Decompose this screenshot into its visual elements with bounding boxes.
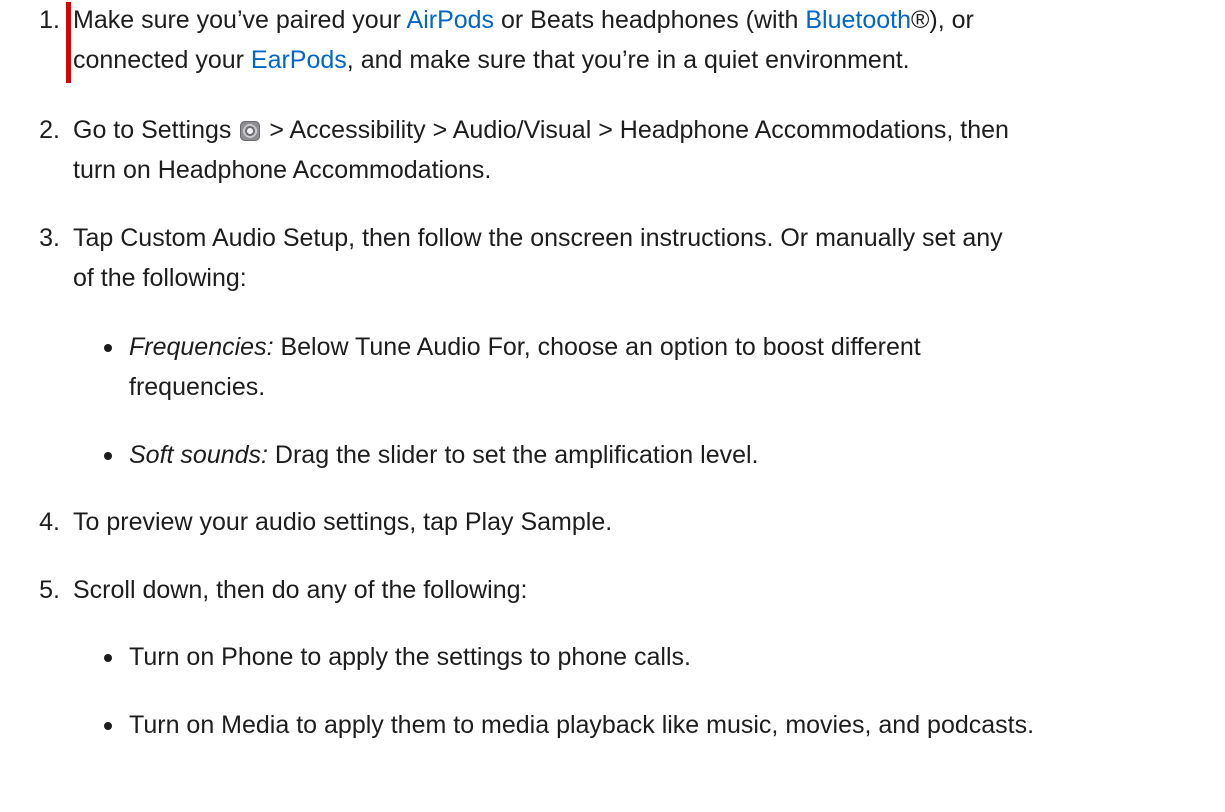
bullet-text: Turn on Phone to apply the settings to p… [129, 643, 691, 671]
highlight-bar [66, 2, 71, 83]
step-number: 5. [39, 576, 60, 604]
settings-gear-icon [240, 121, 261, 141]
step-number: 2. [39, 116, 60, 144]
bullet-text: Frequencies: Below Tune Audio For, choos… [129, 327, 1219, 367]
step-text-fragment: , and make sure that you’re in a quiet e… [346, 46, 910, 74]
step-text-fragment: Go to Settings [73, 116, 239, 144]
step-number: 4. [39, 508, 60, 536]
step-text: Tap Custom Audio Setup, then follow the … [73, 224, 1003, 252]
step-number: 3. [39, 224, 60, 252]
step-text: To preview your audio settings, tap Play… [73, 508, 613, 536]
bluetooth-link[interactable]: Bluetooth [805, 6, 911, 34]
step-text: of the following: [73, 264, 247, 292]
step-text-fragment: > Accessibility > Audio/Visual > Headpho… [262, 116, 1009, 144]
step-text: connected your EarPods, and make sure th… [73, 40, 1221, 80]
bullet-text: Soft sounds: Drag the slider to set the … [129, 435, 1219, 475]
step-text: Scroll down, then do any of the followin… [73, 576, 528, 604]
airpods-link[interactable]: AirPods [407, 6, 495, 34]
bullet-dot [104, 654, 112, 662]
step-text: turn on Headphone Accommodations. [73, 156, 492, 184]
bullet-dot [104, 722, 112, 730]
step-text-fragment: ®), or [911, 6, 974, 34]
earpods-link[interactable]: EarPods [251, 46, 347, 74]
bullet-text-fragment: Drag the slider to set the amplification… [267, 441, 759, 469]
bullet-text-fragment: Below Tune Audio For, choose an option t… [273, 333, 921, 361]
bullet-term: Soft sounds: [129, 441, 268, 469]
bullet-text: Turn on Media to apply them to media pla… [129, 711, 1035, 739]
bullet-dot [104, 344, 112, 352]
step-text: Go to Settings > Accessibility > Audio/V… [73, 110, 1221, 150]
step-number: 1. [39, 6, 60, 34]
bullet-text: frequencies. [129, 373, 266, 401]
bullet-dot [104, 452, 112, 460]
step-text: Make sure you’ve paired your AirPods or … [73, 0, 1221, 40]
bullet-term: Frequencies: [129, 333, 274, 361]
step-text-fragment: Make sure you’ve paired your [73, 6, 407, 34]
step-text-fragment: or Beats headphones (with [494, 6, 806, 34]
step-text-fragment: connected your [73, 46, 251, 74]
